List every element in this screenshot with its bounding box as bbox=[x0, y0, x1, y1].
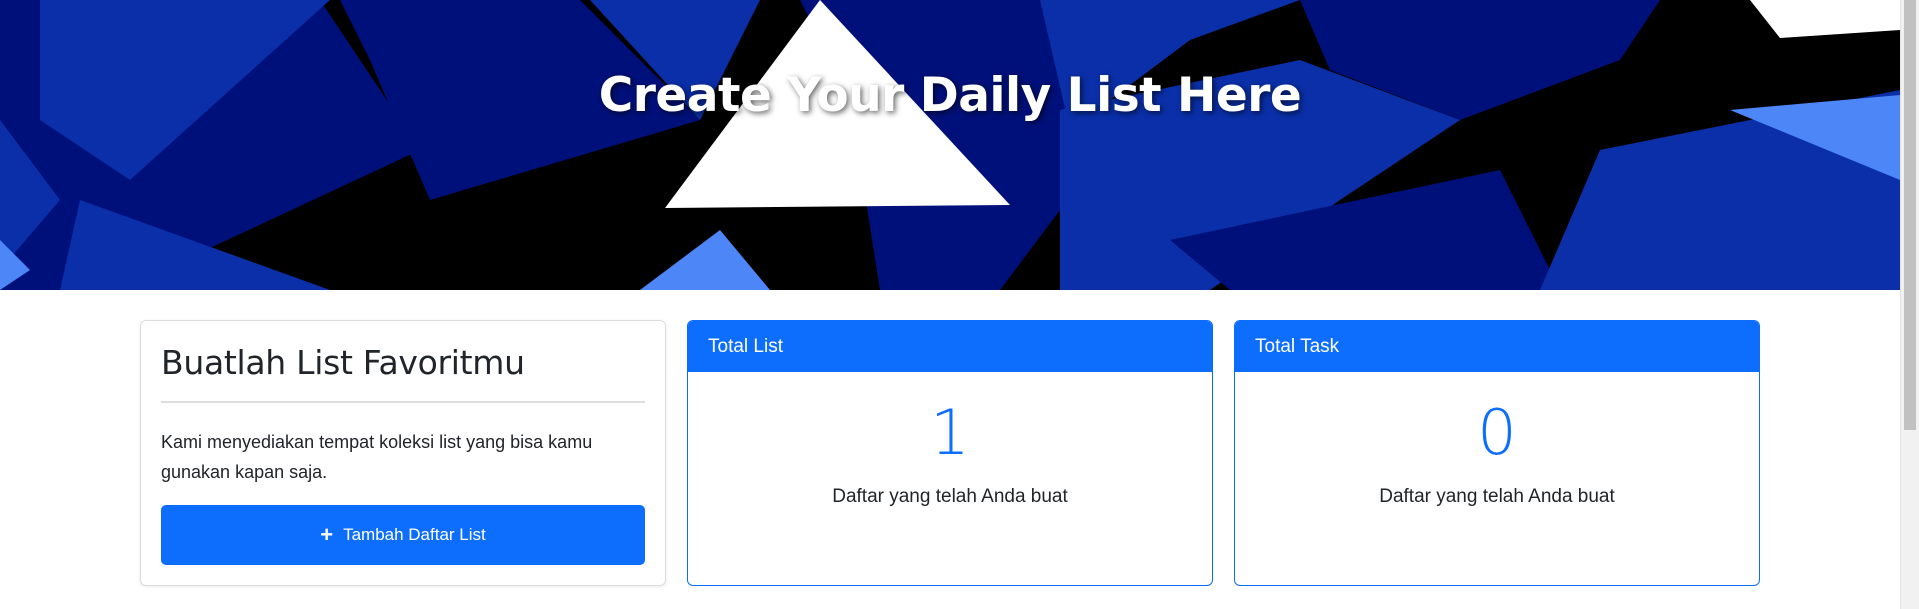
intro-heading: Buatlah List Favoritmu bbox=[161, 343, 645, 403]
vertical-scrollbar[interactable] bbox=[1900, 0, 1919, 609]
total-list-caption: Daftar yang telah Anda buat bbox=[832, 486, 1068, 507]
intro-card: Buatlah List Favoritmu Kami menyediakan … bbox=[140, 320, 666, 586]
total-task-card: Total Task 0 Daftar yang telah Anda buat bbox=[1234, 320, 1760, 586]
hero-title: Create Your Daily List Here bbox=[598, 68, 1302, 123]
total-list-value: 1 bbox=[930, 396, 970, 469]
scrollbar-thumb[interactable] bbox=[1904, 0, 1916, 430]
add-list-button[interactable]: + Tambah Daftar List bbox=[161, 505, 645, 565]
total-task-caption: Daftar yang telah Anda buat bbox=[1379, 486, 1615, 507]
add-list-button-label: Tambah Daftar List bbox=[343, 525, 486, 544]
plus-icon: + bbox=[320, 522, 334, 547]
total-task-header: Total Task bbox=[1235, 321, 1759, 372]
total-task-value: 0 bbox=[1477, 396, 1517, 469]
hero-banner: Create Your Daily List Here bbox=[0, 0, 1900, 290]
total-list-header: Total List bbox=[688, 321, 1212, 372]
page: Create Your Daily List Here Buatlah List… bbox=[0, 0, 1919, 609]
total-list-card: Total List 1 Daftar yang telah Anda buat bbox=[687, 320, 1213, 586]
intro-description: Kami menyediakan tempat koleksi list yan… bbox=[161, 431, 593, 482]
hero-background-pattern bbox=[0, 0, 1900, 290]
